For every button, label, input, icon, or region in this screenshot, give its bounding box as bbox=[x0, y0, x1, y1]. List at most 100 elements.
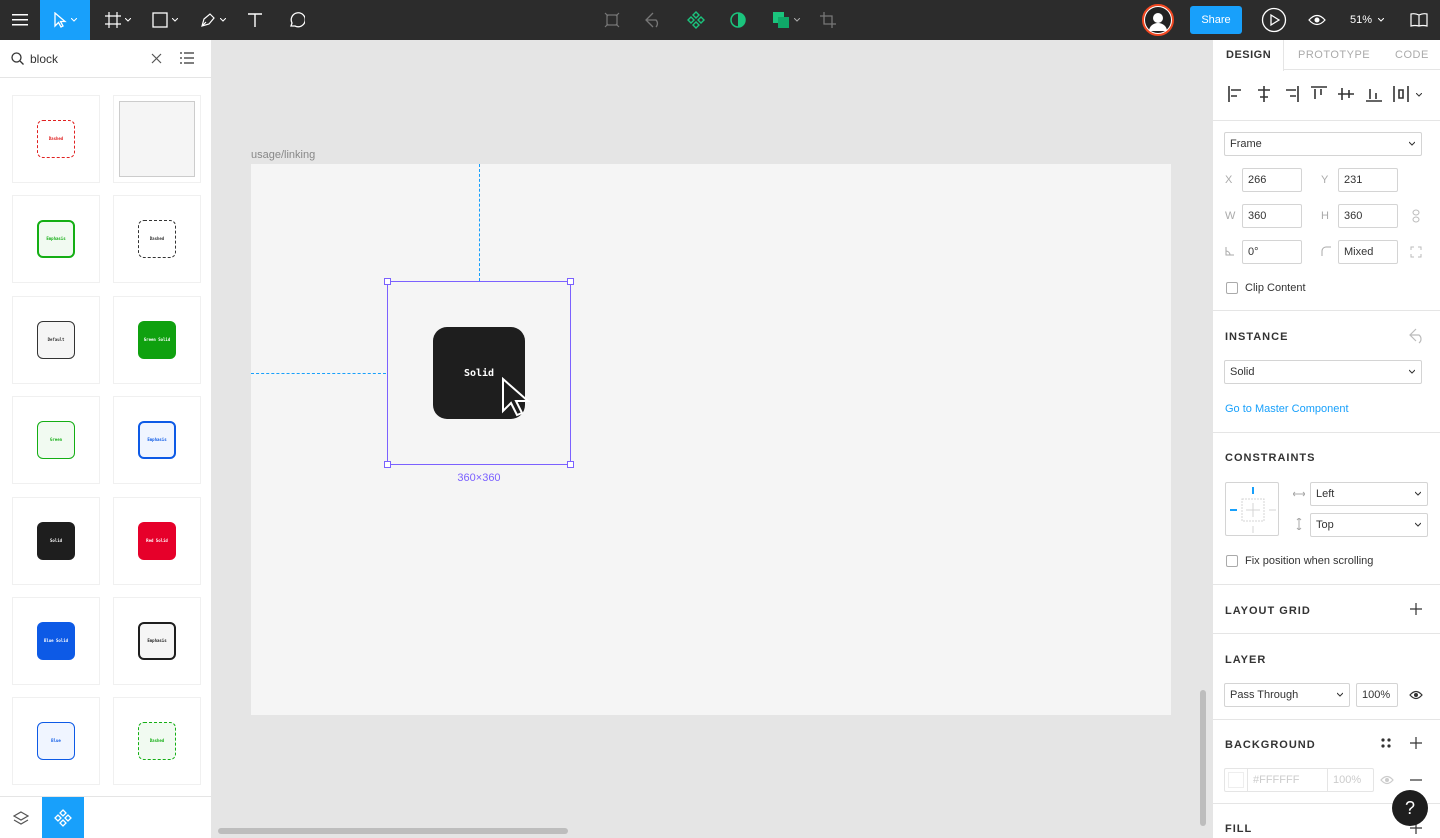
boolean-button[interactable] bbox=[768, 0, 804, 40]
go-to-master-icon[interactable] bbox=[1408, 327, 1426, 345]
asset-tile[interactable]: Blue bbox=[12, 697, 100, 785]
constrain-proportions-icon[interactable] bbox=[1412, 209, 1420, 223]
fix-position-checkbox[interactable] bbox=[1226, 555, 1238, 567]
zoom-dropdown[interactable]: 51% bbox=[1350, 0, 1385, 40]
clip-content-checkbox[interactable] bbox=[1226, 282, 1238, 294]
align-right-icon[interactable] bbox=[1283, 86, 1299, 102]
vertical-constraint-icon bbox=[1296, 518, 1302, 530]
alignment-section bbox=[1213, 71, 1440, 121]
align-left-icon[interactable] bbox=[1228, 86, 1244, 102]
align-vertical-center-icon[interactable] bbox=[1338, 86, 1354, 102]
blend-mode-select[interactable]: Pass Through bbox=[1224, 683, 1350, 707]
add-icon[interactable] bbox=[1410, 737, 1422, 749]
asset-tile[interactable]: Green bbox=[12, 396, 100, 484]
tab-code[interactable]: CODE bbox=[1395, 40, 1429, 70]
preview-button[interactable] bbox=[1304, 0, 1330, 40]
x-input[interactable]: 266 bbox=[1242, 168, 1302, 192]
asset-tile[interactable]: Default bbox=[12, 296, 100, 384]
canvas[interactable]: usage/linking Solid 360×360 bbox=[212, 40, 1212, 838]
independent-corners-icon[interactable] bbox=[1410, 246, 1422, 258]
asset-thumbnail: Emphasis bbox=[37, 220, 75, 258]
main-menu-button[interactable] bbox=[0, 0, 40, 40]
rotation-input[interactable]: 0° bbox=[1242, 240, 1302, 264]
help-button[interactable]: ? bbox=[1392, 790, 1428, 826]
text-tool-button[interactable] bbox=[240, 0, 270, 40]
asset-search-input[interactable] bbox=[30, 51, 130, 67]
asset-tile[interactable]: Emphasis bbox=[113, 597, 201, 685]
comment-icon bbox=[290, 12, 305, 28]
asset-tile[interactable]: Emphasis bbox=[12, 195, 100, 283]
asset-thumbnail: Green bbox=[37, 421, 75, 459]
present-button[interactable] bbox=[1260, 0, 1288, 40]
remove-icon[interactable] bbox=[1410, 779, 1422, 781]
layers-tab[interactable] bbox=[0, 797, 42, 838]
asset-tile[interactable]: Dashed bbox=[113, 697, 201, 785]
width-input[interactable]: 360 bbox=[1242, 204, 1302, 228]
asset-tile[interactable]: Dashed bbox=[12, 95, 100, 183]
background-hex-value[interactable]: #FFFFFF bbox=[1253, 774, 1299, 786]
resize-handle[interactable] bbox=[384, 278, 391, 285]
tab-prototype[interactable]: PROTOTYPE bbox=[1298, 40, 1370, 70]
mask-button[interactable] bbox=[726, 0, 750, 40]
move-arrow-icon bbox=[54, 12, 67, 28]
comment-tool-button[interactable] bbox=[280, 0, 312, 40]
chevron-down-icon[interactable] bbox=[1416, 93, 1422, 97]
color-swatch[interactable] bbox=[1228, 772, 1244, 788]
frame-tool-button[interactable] bbox=[98, 0, 138, 40]
go-to-master-link[interactable]: Go to Master Component bbox=[1225, 403, 1349, 415]
styles-icon[interactable] bbox=[1381, 738, 1391, 748]
vertical-constraint-select[interactable]: Top bbox=[1310, 513, 1428, 537]
move-tool-button[interactable] bbox=[40, 0, 90, 40]
create-component-button[interactable] bbox=[600, 0, 624, 40]
user-avatar[interactable] bbox=[1142, 4, 1174, 36]
vertical-constraint-value: Top bbox=[1316, 519, 1334, 531]
resize-handle[interactable] bbox=[384, 461, 391, 468]
asset-tile[interactable]: Solid bbox=[12, 497, 100, 585]
corner-radius-input[interactable]: Mixed bbox=[1338, 240, 1398, 264]
horizontal-constraint-select[interactable]: Left bbox=[1310, 482, 1428, 506]
frame-name-label[interactable]: usage/linking bbox=[251, 149, 315, 161]
vertical-scrollbar[interactable] bbox=[1200, 690, 1206, 826]
go-to-master-toolbar-button[interactable] bbox=[641, 0, 665, 40]
clip-content-label: Clip Content bbox=[1245, 282, 1306, 294]
constraints-section: CONSTRAINTS Left Top Fix position when s… bbox=[1213, 433, 1440, 585]
background-opacity-value[interactable]: 100% bbox=[1333, 774, 1361, 786]
measure-guide-vertical bbox=[479, 164, 480, 281]
horizontal-scrollbar[interactable] bbox=[218, 828, 568, 834]
asset-tile[interactable]: Red Solid bbox=[113, 497, 201, 585]
asset-tile[interactable]: Green Solid bbox=[113, 296, 201, 384]
add-icon[interactable] bbox=[1410, 603, 1422, 615]
share-button[interactable]: Share bbox=[1190, 6, 1242, 34]
instance-swap-select[interactable]: Solid bbox=[1224, 360, 1422, 384]
resize-handle[interactable] bbox=[567, 278, 574, 285]
align-top-icon[interactable] bbox=[1311, 86, 1327, 102]
distribute-icon[interactable] bbox=[1393, 86, 1409, 102]
asset-tile[interactable]: Emphasis bbox=[113, 396, 201, 484]
chevron-down-icon bbox=[794, 18, 800, 22]
frame-type-select[interactable]: Frame bbox=[1224, 132, 1422, 156]
layer-opacity-input[interactable]: 100% bbox=[1356, 683, 1398, 707]
assets-tab[interactable] bbox=[42, 797, 84, 838]
list-view-icon[interactable] bbox=[180, 52, 194, 64]
resize-handle[interactable] bbox=[567, 461, 574, 468]
component-button[interactable] bbox=[684, 0, 708, 40]
detach-arrow-icon bbox=[645, 12, 659, 28]
pen-tool-button[interactable] bbox=[193, 0, 233, 40]
library-button[interactable] bbox=[1406, 0, 1432, 40]
tab-design[interactable]: DESIGN bbox=[1226, 40, 1271, 70]
align-horizontal-center-icon[interactable] bbox=[1256, 86, 1272, 102]
clear-search-icon[interactable] bbox=[151, 53, 162, 64]
asset-tile[interactable]: Blue Solid bbox=[12, 597, 100, 685]
height-input[interactable]: 360 bbox=[1338, 204, 1398, 228]
crop-button[interactable] bbox=[816, 0, 840, 40]
background-color-field[interactable]: #FFFFFF 100% bbox=[1224, 768, 1374, 792]
constraints-widget[interactable] bbox=[1225, 482, 1279, 536]
eye-icon[interactable] bbox=[1380, 775, 1394, 785]
y-input[interactable]: 231 bbox=[1338, 168, 1398, 192]
assets-panel: Dashed Emphasis Dashed Default Green Sol… bbox=[0, 40, 212, 838]
eye-icon[interactable] bbox=[1409, 690, 1423, 700]
asset-tile[interactable] bbox=[113, 95, 201, 183]
shape-tool-button[interactable] bbox=[145, 0, 185, 40]
align-bottom-icon[interactable] bbox=[1366, 86, 1382, 102]
asset-tile[interactable]: Dashed bbox=[113, 195, 201, 283]
